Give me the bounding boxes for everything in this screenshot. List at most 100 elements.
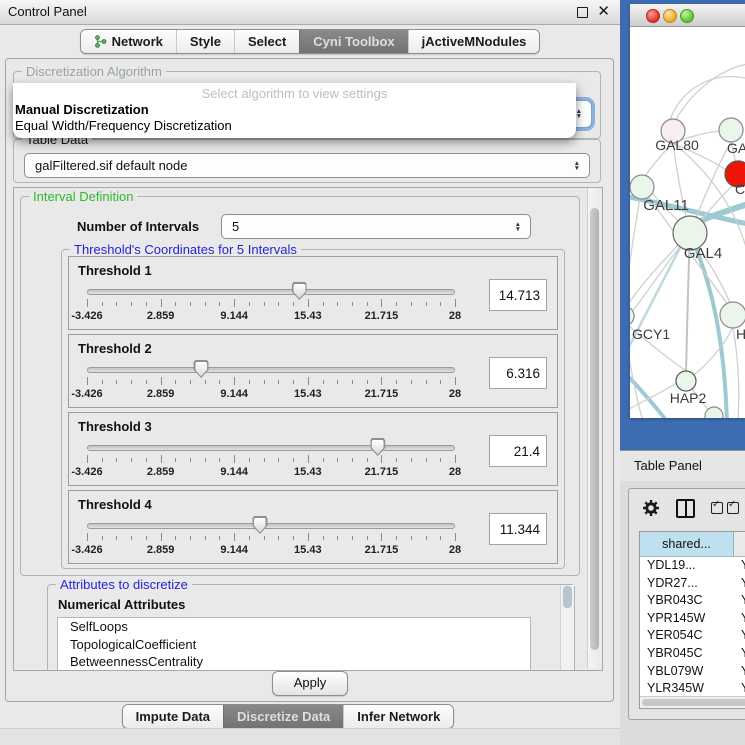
slider-track[interactable] xyxy=(87,445,455,451)
numerical-attributes-list[interactable]: SelfLoopsTopologicalCoefficientBetweenne… xyxy=(57,617,531,671)
group-title: Attributes to discretize xyxy=(56,577,192,592)
group-title: Interval Definition xyxy=(29,189,137,204)
table-row[interactable]: YER054CYER0 xyxy=(640,627,745,645)
threshold-2-slider[interactable]: -3.4262.8599.14415.4321.71528 xyxy=(87,359,455,405)
dropdown-item-equal-width[interactable]: Equal Width/Frequency Discretization xyxy=(13,118,576,134)
node-label: H xyxy=(736,326,745,342)
slider-tick-labels: -3.4262.8599.14415.4321.71528 xyxy=(87,388,455,401)
threshold-4-slider[interactable]: -3.4262.8599.14415.4321.71528 xyxy=(87,515,455,561)
table-cell: YBR045C xyxy=(640,645,733,663)
network-canvas[interactable]: GAL80GACGAL11GAL4GCY1HHAP2 xyxy=(630,26,745,418)
slider-track[interactable] xyxy=(87,523,455,529)
table-cell: YER054C xyxy=(640,627,733,645)
slider-track[interactable] xyxy=(87,367,455,373)
checkbox-icon xyxy=(711,502,723,514)
attributes-list-scrollbar[interactable] xyxy=(560,585,574,671)
settings-scroll-pane: Interval Definition Number of Intervals … xyxy=(13,187,603,671)
tab-label: Select xyxy=(248,30,286,53)
column-header-shared[interactable]: shared... xyxy=(640,532,734,556)
threshold-4-value-input[interactable] xyxy=(489,513,547,545)
attributes-group: Attributes to discretize Numerical Attri… xyxy=(47,584,575,671)
mac-zoom-icon[interactable] xyxy=(680,9,694,23)
table-row[interactable]: YDR27...YDR2 xyxy=(640,575,745,593)
network-edge xyxy=(675,64,745,121)
slider-thumb[interactable] xyxy=(370,438,385,456)
table-cell: YDL19... xyxy=(640,557,733,575)
slider-thumb[interactable] xyxy=(292,282,307,300)
threshold-3-slider[interactable]: -3.4262.8599.14415.4321.71528 xyxy=(87,437,455,483)
number-of-intervals-combobox[interactable]: 5 ▲▼ xyxy=(221,214,531,239)
columns-icon[interactable] xyxy=(676,499,695,518)
table-row[interactable]: YBR045CYBR0 xyxy=(640,645,745,663)
tab-label: Style xyxy=(190,30,221,53)
table-data-combobox[interactable]: galFiltered.sif default node ▲▼ xyxy=(24,153,590,178)
bottom-strip xyxy=(0,728,620,745)
table-panel-body: shared... n YDL19...YDL1YDR27...YDR2YBR0… xyxy=(620,481,745,745)
threshold-1-panel: Threshold 1 -3.4262.8599.14415.4321.7152… xyxy=(68,256,558,330)
group-title: Threshold's Coordinates for 5 Intervals xyxy=(70,242,301,257)
table-data-group: Table Data galFiltered.sif default node … xyxy=(13,139,601,183)
float-window-icon[interactable] xyxy=(577,7,588,18)
dropdown-item-manual[interactable]: Manual Discretization xyxy=(13,102,576,118)
table-cell: YBL0 xyxy=(733,663,745,681)
slider-tick-labels: -3.4262.8599.14415.4321.71528 xyxy=(87,466,455,479)
tab-impute-data[interactable]: Impute Data xyxy=(123,705,223,728)
algorithm-dropdown-popup: Select algorithm to view settings Manual… xyxy=(13,83,576,138)
tab-select[interactable]: Select xyxy=(234,30,299,53)
interval-definition-group: Interval Definition Number of Intervals … xyxy=(20,196,580,576)
table-panel-box: shared... n YDL19...YDL1YDR27...YDR2YBR0… xyxy=(628,488,745,720)
list-item[interactable]: BetweennessCentrality xyxy=(58,653,530,671)
table-horizontal-scrollbar[interactable] xyxy=(640,696,745,708)
number-of-intervals-value: 5 xyxy=(222,215,530,238)
table-cell: YDL1 xyxy=(733,557,745,575)
settings-vertical-scrollbar[interactable] xyxy=(587,188,602,668)
tab-style[interactable]: Style xyxy=(176,30,234,53)
slider-ticks xyxy=(87,533,455,542)
network-edge xyxy=(694,326,733,375)
list-item[interactable]: SelfLoops xyxy=(58,618,530,636)
threshold-label: Threshold 3 xyxy=(78,419,152,434)
app-root: Control Panel ✕ Network Style Select Cyn… xyxy=(0,0,745,745)
threshold-label: Threshold 1 xyxy=(78,263,152,278)
tab-label: Infer Network xyxy=(357,705,440,728)
slider-track[interactable] xyxy=(87,289,455,295)
node-label: C xyxy=(735,181,745,197)
threshold-2-value-input[interactable] xyxy=(489,357,547,389)
slider-tick-labels: -3.4262.8599.14415.4321.71528 xyxy=(87,310,455,323)
threshold-1-value-input[interactable] xyxy=(489,279,547,311)
mac-minimize-icon[interactable] xyxy=(663,9,677,23)
table-row[interactable]: YDL19...YDL1 xyxy=(640,557,745,575)
tab-network[interactable]: Network xyxy=(81,30,176,53)
threshold-label: Threshold 2 xyxy=(78,341,152,356)
mac-close-icon[interactable] xyxy=(646,9,660,23)
table-data-value: galFiltered.sif default node xyxy=(25,154,589,177)
gear-icon[interactable] xyxy=(642,499,660,517)
slider-ticks xyxy=(87,299,455,308)
slider-thumb[interactable] xyxy=(194,360,209,378)
checkbox-icons[interactable] xyxy=(711,502,739,514)
column-header-name[interactable]: n xyxy=(734,532,745,556)
node-H[interactable] xyxy=(720,302,745,328)
list-item[interactable]: TopologicalCoefficient xyxy=(58,636,530,654)
table-row[interactable]: YBR043CYBR0 xyxy=(640,592,745,610)
number-of-intervals-label: Number of Intervals xyxy=(77,219,199,234)
slider-thumb[interactable] xyxy=(252,516,267,534)
tab-cyni-toolbox[interactable]: Cyni Toolbox xyxy=(299,30,407,53)
table-cell: YER0 xyxy=(733,627,745,645)
tab-jactivemnodules[interactable]: jActiveMNodules xyxy=(408,30,540,53)
threshold-1-slider[interactable]: -3.4262.8599.14415.4321.71528 xyxy=(87,281,455,327)
network-view-window: GAL80GACGAL11GAL4GCY1HHAP2 xyxy=(630,4,745,418)
threshold-3-panel: Threshold 3 -3.4262.8599.14415.4321.7152… xyxy=(68,412,558,486)
tab-discretize-data[interactable]: Discretize Data xyxy=(223,705,343,728)
network-edge xyxy=(630,244,682,322)
close-icon[interactable]: ✕ xyxy=(597,0,610,24)
table-row[interactable]: YBL079WYBL0 xyxy=(640,663,745,681)
node-HAP2[interactable] xyxy=(676,371,696,391)
node-GAL11[interactable] xyxy=(630,175,654,199)
threshold-3-value-input[interactable] xyxy=(489,435,547,467)
tab-infer-network[interactable]: Infer Network xyxy=(343,705,453,728)
table-row[interactable]: YPR145WYPR1 xyxy=(640,610,745,628)
apply-button[interactable]: Apply xyxy=(272,671,348,696)
node-partial-top-right[interactable] xyxy=(719,118,743,142)
slider-ticks xyxy=(87,377,455,386)
